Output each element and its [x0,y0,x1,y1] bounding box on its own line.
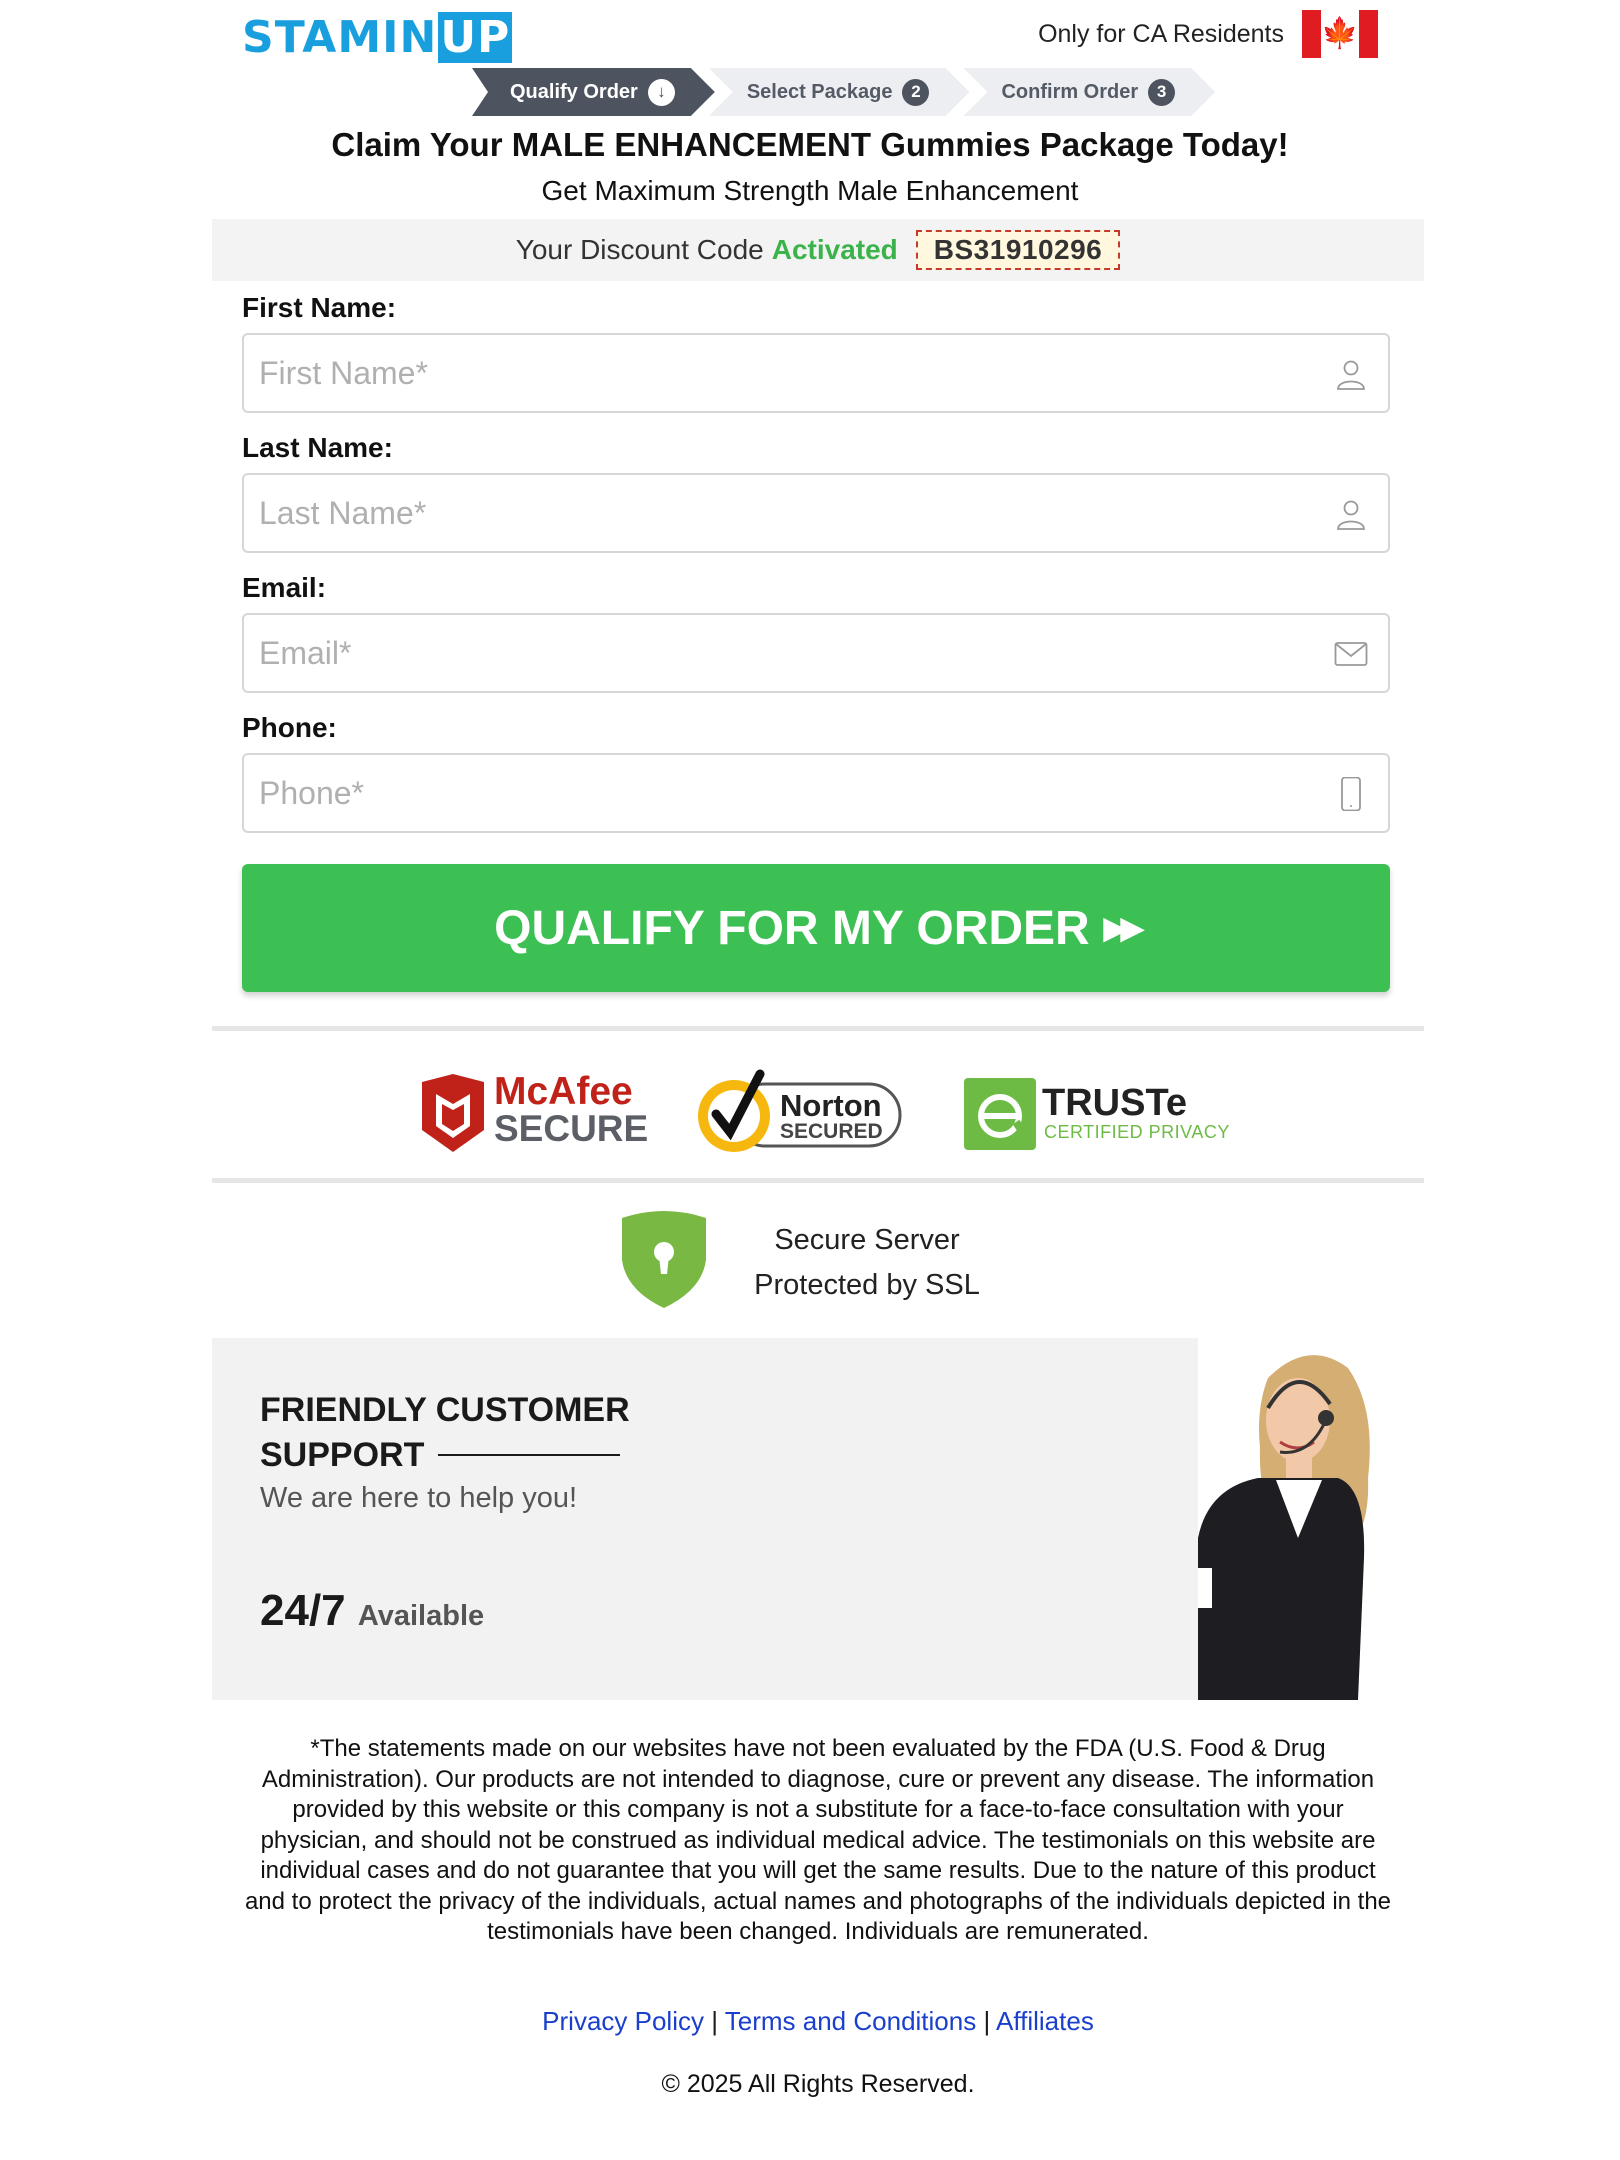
first-name-field-wrapper [242,333,1390,413]
mcafee-shield-icon [422,1074,484,1152]
mcafee-secure-text: SECURE [494,1108,649,1149]
truste-badge: TRUSTe CERTIFIED PRIVACY [964,1078,1254,1158]
last-name-label: Last Name: [242,432,393,463]
user-icon [1337,360,1365,390]
phone-icon [1341,777,1361,811]
copyright: © 2025 All Rights Reserved. [661,2070,975,2098]
truste-text: TRUSTe [1042,1082,1187,1124]
envelope-icon [1334,642,1368,666]
step-number: 2 [902,79,929,106]
availability-label: Available [357,1600,485,1632]
email-input[interactable] [244,615,1388,691]
link-separator: | [983,2006,991,2036]
page-container: STAMINUP Only for CA Residents 🍁 Qualify… [212,0,1424,2098]
norton-secured-text: SECURED [780,1120,883,1143]
fda-disclaimer: *The statements made on our websites hav… [244,1735,1392,1945]
step-label: Confirm Order [1001,80,1139,103]
truste-logo-icon [964,1078,1036,1150]
step-select-package: Select Package 2 [709,68,970,116]
logo-suffix: UP [438,12,513,63]
progress-steps: Qualify Order ↓ Select Package 2 Confirm… [472,68,1209,116]
title-underline [438,1454,620,1456]
phone-input[interactable] [244,755,1388,831]
ssl-secure-section: Secure Server Protected by SSL [212,1208,1424,1314]
discount-status: Activated [771,234,898,265]
support-subtitle: We are here to help you! [260,1482,578,1514]
discount-label: Your Discount Code [515,234,764,265]
phone-label: Phone: [242,712,337,743]
header: STAMINUP Only for CA Residents 🍁 [212,0,1408,68]
norton-secured-badge: Norton SECURED [694,1064,904,1160]
residents-notice: Only for CA Residents [1038,20,1284,48]
double-arrow-icon: ▶▶ [1103,911,1144,945]
security-shield-icon [622,1211,706,1308]
arrow-down-icon: ↓ [648,79,675,106]
page-subtitle: Get Maximum Strength Male Enhancement [541,175,1079,206]
trust-badges: McAfee SECURE Norton SECURED TRUSTe CERT… [212,1058,1424,1168]
qualify-order-button[interactable]: QUALIFY FOR MY ORDER ▶▶ [242,864,1390,992]
step-label: Select Package [746,80,893,103]
step-confirm-order: Confirm Order 3 [963,68,1215,116]
customer-support-banner: FRIENDLY CUSTOMER SUPPORT We are here to… [212,1338,1424,1700]
affiliates-link[interactable]: Affiliates [996,2006,1094,2036]
link-separator: | [711,2006,718,2036]
last-name-field-wrapper [242,473,1390,553]
availability: 24/7 Available [260,1586,484,1636]
email-field-wrapper [242,613,1390,693]
footer-links: Privacy Policy | Terms and Conditions | … [212,2006,1424,2037]
step-label: Qualify Order [510,80,638,103]
first-name-label: First Name: [242,292,397,323]
logo[interactable]: STAMINUP [242,12,513,63]
last-name-input[interactable] [244,475,1388,551]
norton-text: Norton [780,1088,882,1123]
support-title-line1: FRIENDLY CUSTOMER [260,1391,630,1429]
terms-link[interactable]: Terms and Conditions [725,2006,976,2036]
support-hours: 24/7 [260,1586,346,1635]
ssl-text: Secure Server Protected by SSL [742,1218,992,1308]
discount-banner: Your Discount Code Activated BS31910296 [212,219,1424,281]
user-icon [1337,500,1365,530]
email-label: Email: [242,572,327,603]
step-qualify-order: Qualify Order ↓ [472,68,715,116]
logo-text: STAMIN [242,12,438,63]
privacy-policy-link[interactable]: Privacy Policy [542,2006,704,2036]
mcafee-secure-badge: McAfee SECURE [418,1070,648,1156]
step-number: 3 [1148,79,1175,106]
phone-field-wrapper [242,753,1390,833]
qualify-order-label: QUALIFY FOR MY ORDER [494,901,1090,955]
discount-code: BS31910296 [915,230,1121,270]
secure-server-text: Secure Server [774,1224,960,1256]
divider [212,1178,1424,1183]
support-title: FRIENDLY CUSTOMER SUPPORT [260,1388,630,1478]
support-agent-image [1198,1338,1424,1700]
first-name-input[interactable] [244,335,1388,411]
ssl-protected-text: Protected by SSL [754,1269,980,1301]
page-title: Claim Your MALE ENHANCEMENT Gummies Pack… [331,126,1289,163]
truste-certified-text: CERTIFIED PRIVACY [1044,1122,1230,1142]
canada-flag-icon: 🍁 [1302,10,1378,58]
divider [212,1026,1424,1031]
